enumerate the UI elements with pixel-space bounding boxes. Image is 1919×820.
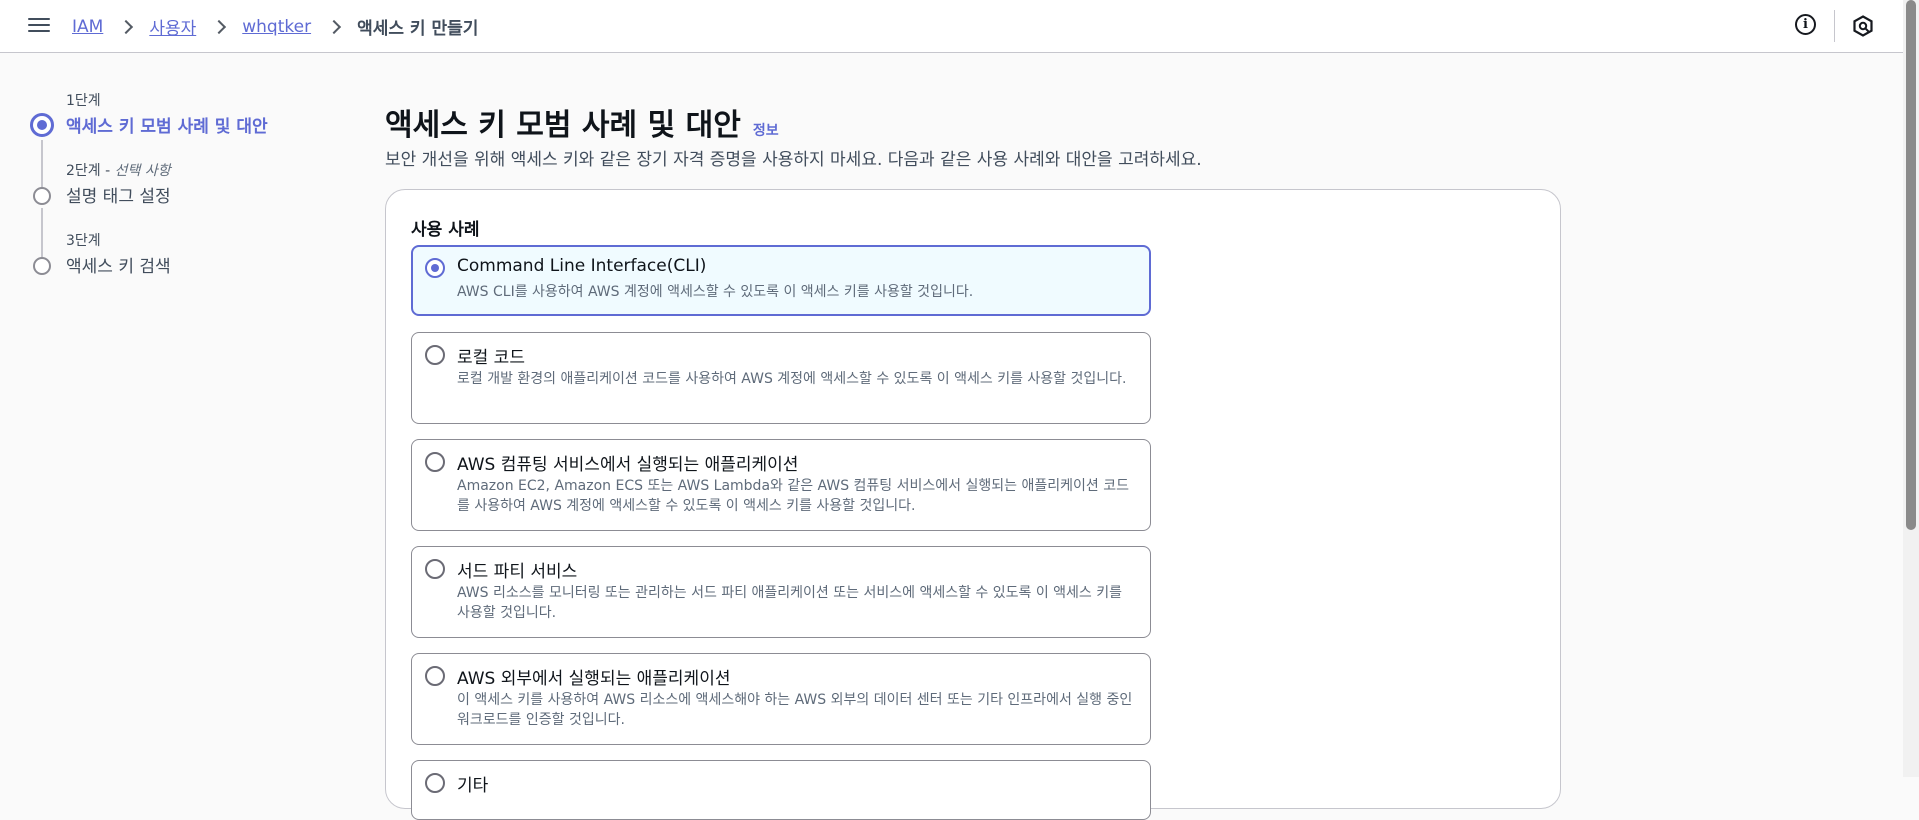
option-description: Amazon EC2, Amazon ECS 또는 AWS Lambda와 같은… — [457, 478, 1129, 514]
option-title: AWS 컴퓨팅 서비스에서 실행되는 애플리케이션 — [457, 455, 799, 475]
breadcrumb-link-user[interactable]: whqtker — [242, 17, 311, 37]
step-pending-icon — [33, 187, 51, 205]
divider — [1834, 10, 1835, 42]
section-label: 사용 사례 — [411, 220, 480, 240]
use-case-option-aws-compute[interactable]: AWS 컴퓨팅 서비스에서 실행되는 애플리케이션 Amazon EC2, Am… — [411, 439, 1151, 531]
option-description: AWS 리소스를 모니터링 또는 관리하는 서드 파티 애플리케이션 또는 서비… — [457, 585, 1123, 621]
top-navigation-bar: IAM 사용자 whqtker 액세스 키 만들기 i — [0, 0, 1903, 53]
step-active-icon — [30, 113, 54, 137]
radio-icon[interactable] — [425, 559, 445, 579]
radio-selected-icon[interactable] — [425, 258, 445, 278]
radio-icon[interactable] — [425, 345, 445, 365]
option-description: 로컬 개발 환경의 애플리케이션 코드를 사용하여 AWS 계정에 액세스할 수… — [457, 371, 1127, 387]
breadcrumb-current: 액세스 키 만들기 — [357, 19, 479, 39]
chevron-right-icon — [214, 20, 224, 34]
step-connector — [41, 208, 43, 258]
use-case-option-third-party[interactable]: 서드 파티 서비스 AWS 리소스를 모니터링 또는 관리하는 서드 파티 애플… — [411, 546, 1151, 638]
info-icon[interactable]: i — [1795, 14, 1816, 35]
breadcrumb-link-iam[interactable]: IAM — [72, 17, 103, 37]
option-title: 서드 파티 서비스 — [457, 562, 578, 582]
hexagon-icon[interactable] — [1852, 15, 1874, 37]
info-link[interactable]: 정보 — [753, 120, 779, 140]
step-number: 2단계 - 선택 사항 — [66, 163, 171, 179]
scrollbar-thumb[interactable] — [1906, 0, 1916, 530]
step-title[interactable]: 액세스 키 모범 사례 및 대안 — [66, 112, 268, 137]
chevron-right-icon — [329, 20, 339, 34]
radio-icon[interactable] — [425, 452, 445, 472]
breadcrumb-link-users[interactable]: 사용자 — [149, 14, 196, 39]
option-description: AWS CLI를 사용하여 AWS 계정에 액세스할 수 있도록 이 액세스 키… — [457, 284, 974, 300]
page-description: 보안 개선을 위해 액세스 키와 같은 장기 자격 증명을 사용하지 마세요. … — [385, 150, 1202, 170]
use-case-option-other[interactable]: 기타 — [411, 760, 1151, 820]
step-number: 3단계 — [66, 233, 101, 249]
breadcrumb: IAM 사용자 whqtker 액세스 키 만들기 — [72, 14, 479, 40]
step-connector — [41, 140, 43, 188]
radio-icon[interactable] — [425, 773, 445, 793]
option-title: 로컬 코드 — [457, 348, 525, 368]
option-title: 기타 — [457, 776, 489, 796]
step-pending-icon — [33, 257, 51, 275]
page-title: 액세스 키 모범 사례 및 대안 정보 — [385, 100, 779, 144]
use-case-option-outside-aws[interactable]: AWS 외부에서 실행되는 애플리케이션 이 액세스 키를 사용하여 AWS 리… — [411, 653, 1151, 745]
option-title: Command Line Interface(CLI) — [457, 256, 707, 276]
use-case-option-cli[interactable]: Command Line Interface(CLI) AWS CLI를 사용하… — [411, 245, 1151, 316]
chevron-right-icon — [121, 20, 131, 34]
option-title: AWS 외부에서 실행되는 애플리케이션 — [457, 669, 731, 689]
page-title-text: 액세스 키 모범 사례 및 대안 — [385, 108, 741, 143]
option-description: 이 액세스 키를 사용하여 AWS 리소스에 액세스해야 하는 AWS 외부의 … — [457, 692, 1133, 728]
step-title: 설명 태그 설정 — [66, 187, 171, 207]
hamburger-menu-icon[interactable] — [28, 15, 50, 35]
step-title: 액세스 키 검색 — [66, 257, 171, 277]
use-case-option-local-code[interactable]: 로컬 코드 로컬 개발 환경의 애플리케이션 코드를 사용하여 AWS 계정에 … — [411, 332, 1151, 424]
radio-icon[interactable] — [425, 666, 445, 686]
step-number: 1단계 — [66, 93, 101, 109]
